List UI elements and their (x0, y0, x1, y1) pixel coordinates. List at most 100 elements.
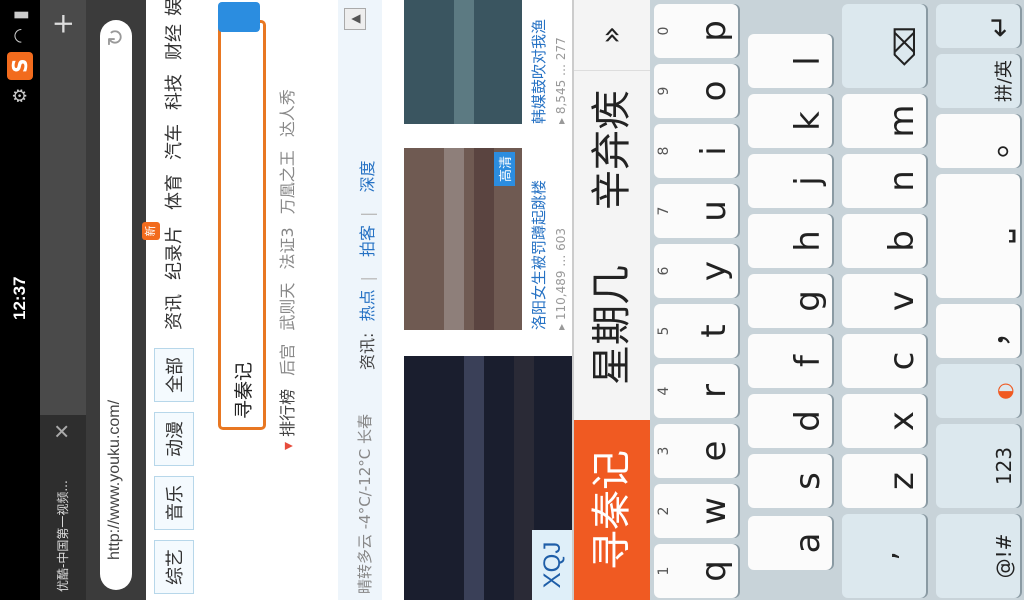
tab-youku[interactable]: 优酷-中国第一视频... ✕ (40, 415, 86, 600)
video-meta: ▸ 110,489 … 603 (554, 228, 568, 330)
key-b[interactable]: b (842, 214, 926, 268)
news-link[interactable]: 拍客 (358, 225, 377, 257)
key-a[interactable]: a (748, 516, 832, 570)
key-k[interactable]: k (748, 94, 832, 148)
lang-switch-key[interactable]: 拼/英 (936, 54, 1020, 108)
candidate-3[interactable]: 辛弃疾 (574, 70, 650, 230)
search-value: 寻秦记 (233, 361, 255, 419)
hot-link[interactable]: 武则天 (278, 283, 297, 331)
symbols-key[interactable]: @!# (936, 514, 1020, 598)
comment-icon: … (554, 250, 568, 267)
ime-settings-key[interactable]: ◐ (936, 364, 1020, 418)
category-nav: 综艺 音乐 动漫 全部 资讯 纪录片 新 体育 汽车 科技 财经 娱 (142, 0, 200, 600)
nav-item[interactable]: 音乐 (154, 476, 194, 530)
video-meta: ▸ 8,545 … 277 (554, 37, 568, 124)
key-d[interactable]: d (748, 394, 832, 448)
candidate-1[interactable]: 寻秦记 (574, 420, 650, 600)
nav-item[interactable]: 全部 (154, 348, 194, 402)
key-l[interactable]: l (748, 34, 832, 88)
hot-link[interactable]: 后宫 (278, 344, 297, 376)
search-input[interactable]: 寻秦记 (218, 20, 266, 430)
play-icon: ▸ (554, 117, 568, 124)
tab-title: 优酷-中国第一视频... (56, 480, 70, 592)
key-v[interactable]: v (842, 274, 926, 328)
hot-link[interactable]: 法证3 (278, 227, 297, 269)
candidate-bar: 寻秦记 星期几 辛弃疾 » (572, 0, 650, 600)
weather-text: 晴转多云 -4°C/-12°C 长春 (356, 414, 374, 594)
backspace-icon: ⌫ (889, 26, 922, 66)
key-u[interactable]: 7u (654, 184, 738, 238)
nav-item[interactable]: 娱 (160, 0, 186, 16)
video-comments: 603 (554, 227, 568, 251)
search-button[interactable] (218, 2, 260, 32)
clock: 12:37 (10, 276, 29, 320)
key-n[interactable]: n (842, 154, 926, 208)
ime-keyboard: 寻秦记 星期几 辛弃疾 » 1q 2w 3e 4r 5t 6y 7u 8i 9o… (572, 0, 1024, 600)
nav-item[interactable]: 科技 (160, 74, 186, 110)
key-z[interactable]: z (842, 454, 926, 508)
scroll-up-icon[interactable]: ▲ (344, 8, 366, 30)
backspace-key[interactable]: ⌫ (842, 4, 926, 88)
key-x[interactable]: x (842, 394, 926, 448)
nav-item[interactable]: 体育 (160, 174, 186, 210)
key-y[interactable]: 6y (654, 244, 738, 298)
ime-pinyin: XQJ (532, 530, 574, 600)
url-text: http://www.youku.com/ (106, 399, 123, 560)
key-g[interactable]: g (748, 274, 832, 328)
enter-key[interactable]: ↵ (936, 4, 1020, 48)
hot-link[interactable]: 达人秀 (278, 89, 297, 137)
key-j[interactable]: j (748, 154, 832, 208)
ranking-link[interactable]: 排行榜 (278, 389, 297, 437)
nav-item[interactable]: 资讯 (160, 294, 186, 330)
video-thumbnail[interactable] (404, 0, 522, 124)
url-input[interactable]: http://www.youku.com/ ↻ (100, 20, 132, 590)
news-links: 资讯: 热点| 拍客| 深度 (358, 160, 377, 370)
news-link[interactable]: 热点 (358, 289, 377, 321)
nav-item[interactable]: 汽车 (160, 124, 186, 160)
rotated-screen: 12:37 ⚙ S ◠ ▮ 优酷-中国第一视频... ✕ + http://ww… (0, 0, 1024, 600)
key-i[interactable]: 8i (654, 124, 738, 178)
key-t[interactable]: 5t (654, 304, 738, 358)
key-m[interactable]: m (842, 94, 926, 148)
period-key[interactable]: 。 (936, 114, 1020, 168)
more-candidates-button[interactable]: » (574, 0, 650, 71)
nav-item[interactable]: 动漫 (154, 412, 194, 466)
search-bar: 寻秦记 (218, 2, 266, 430)
new-tab-button[interactable]: + (46, 12, 79, 35)
video-title[interactable]: 韩媒鼓吹对我渔 (528, 19, 549, 124)
space-key[interactable]: ⎵ (936, 174, 1020, 298)
status-icons: ⚙ S ◠ ▮ (0, 10, 40, 104)
apostrophe-key[interactable]: ’ (842, 514, 926, 598)
key-r[interactable]: 4r (654, 364, 738, 418)
close-tab-icon[interactable]: ✕ (50, 423, 74, 440)
ranking-icon: ▾ (278, 441, 297, 450)
news-label: 资讯: (358, 332, 377, 370)
nav-item[interactable]: 综艺 (154, 540, 194, 594)
nav-item[interactable]: 纪录片 (160, 226, 186, 280)
video-thumbnail[interactable]: 高清 (404, 148, 522, 330)
reload-icon[interactable]: ↻ (103, 28, 129, 46)
key-q[interactable]: 1q (654, 544, 738, 598)
news-link[interactable]: 深度 (358, 160, 377, 192)
status-bar: 12:37 ⚙ S ◠ ▮ (0, 0, 40, 600)
key-c[interactable]: c (842, 334, 926, 388)
sogou-logo-icon: S (7, 51, 33, 80)
video-title[interactable]: 洛阳女生被罚蹲起跳楼 (528, 180, 549, 330)
key-s[interactable]: s (748, 454, 832, 508)
key-w[interactable]: 2w (654, 484, 738, 538)
sogou-swirl-icon: ◐ (992, 382, 1016, 400)
key-h[interactable]: h (748, 214, 832, 268)
hot-link[interactable]: 万凰之王 (278, 150, 297, 214)
key-e[interactable]: 3e (654, 424, 738, 478)
nav-item[interactable]: 财经 (160, 24, 186, 60)
url-bar: http://www.youku.com/ ↻ (86, 0, 146, 600)
tab-bar: 优酷-中国第一视频... ✕ + (40, 0, 86, 600)
key-p[interactable]: 0p (654, 4, 738, 58)
candidate-2[interactable]: 星期几 (574, 240, 650, 410)
enter-icon: ↵ (983, 14, 1016, 38)
number-key[interactable]: 123 (936, 424, 1020, 508)
key-f[interactable]: f (748, 334, 832, 388)
battery-icon: ▮ (9, 10, 31, 20)
comma-key[interactable]: ， (936, 304, 1020, 358)
key-o[interactable]: 9o (654, 64, 738, 118)
